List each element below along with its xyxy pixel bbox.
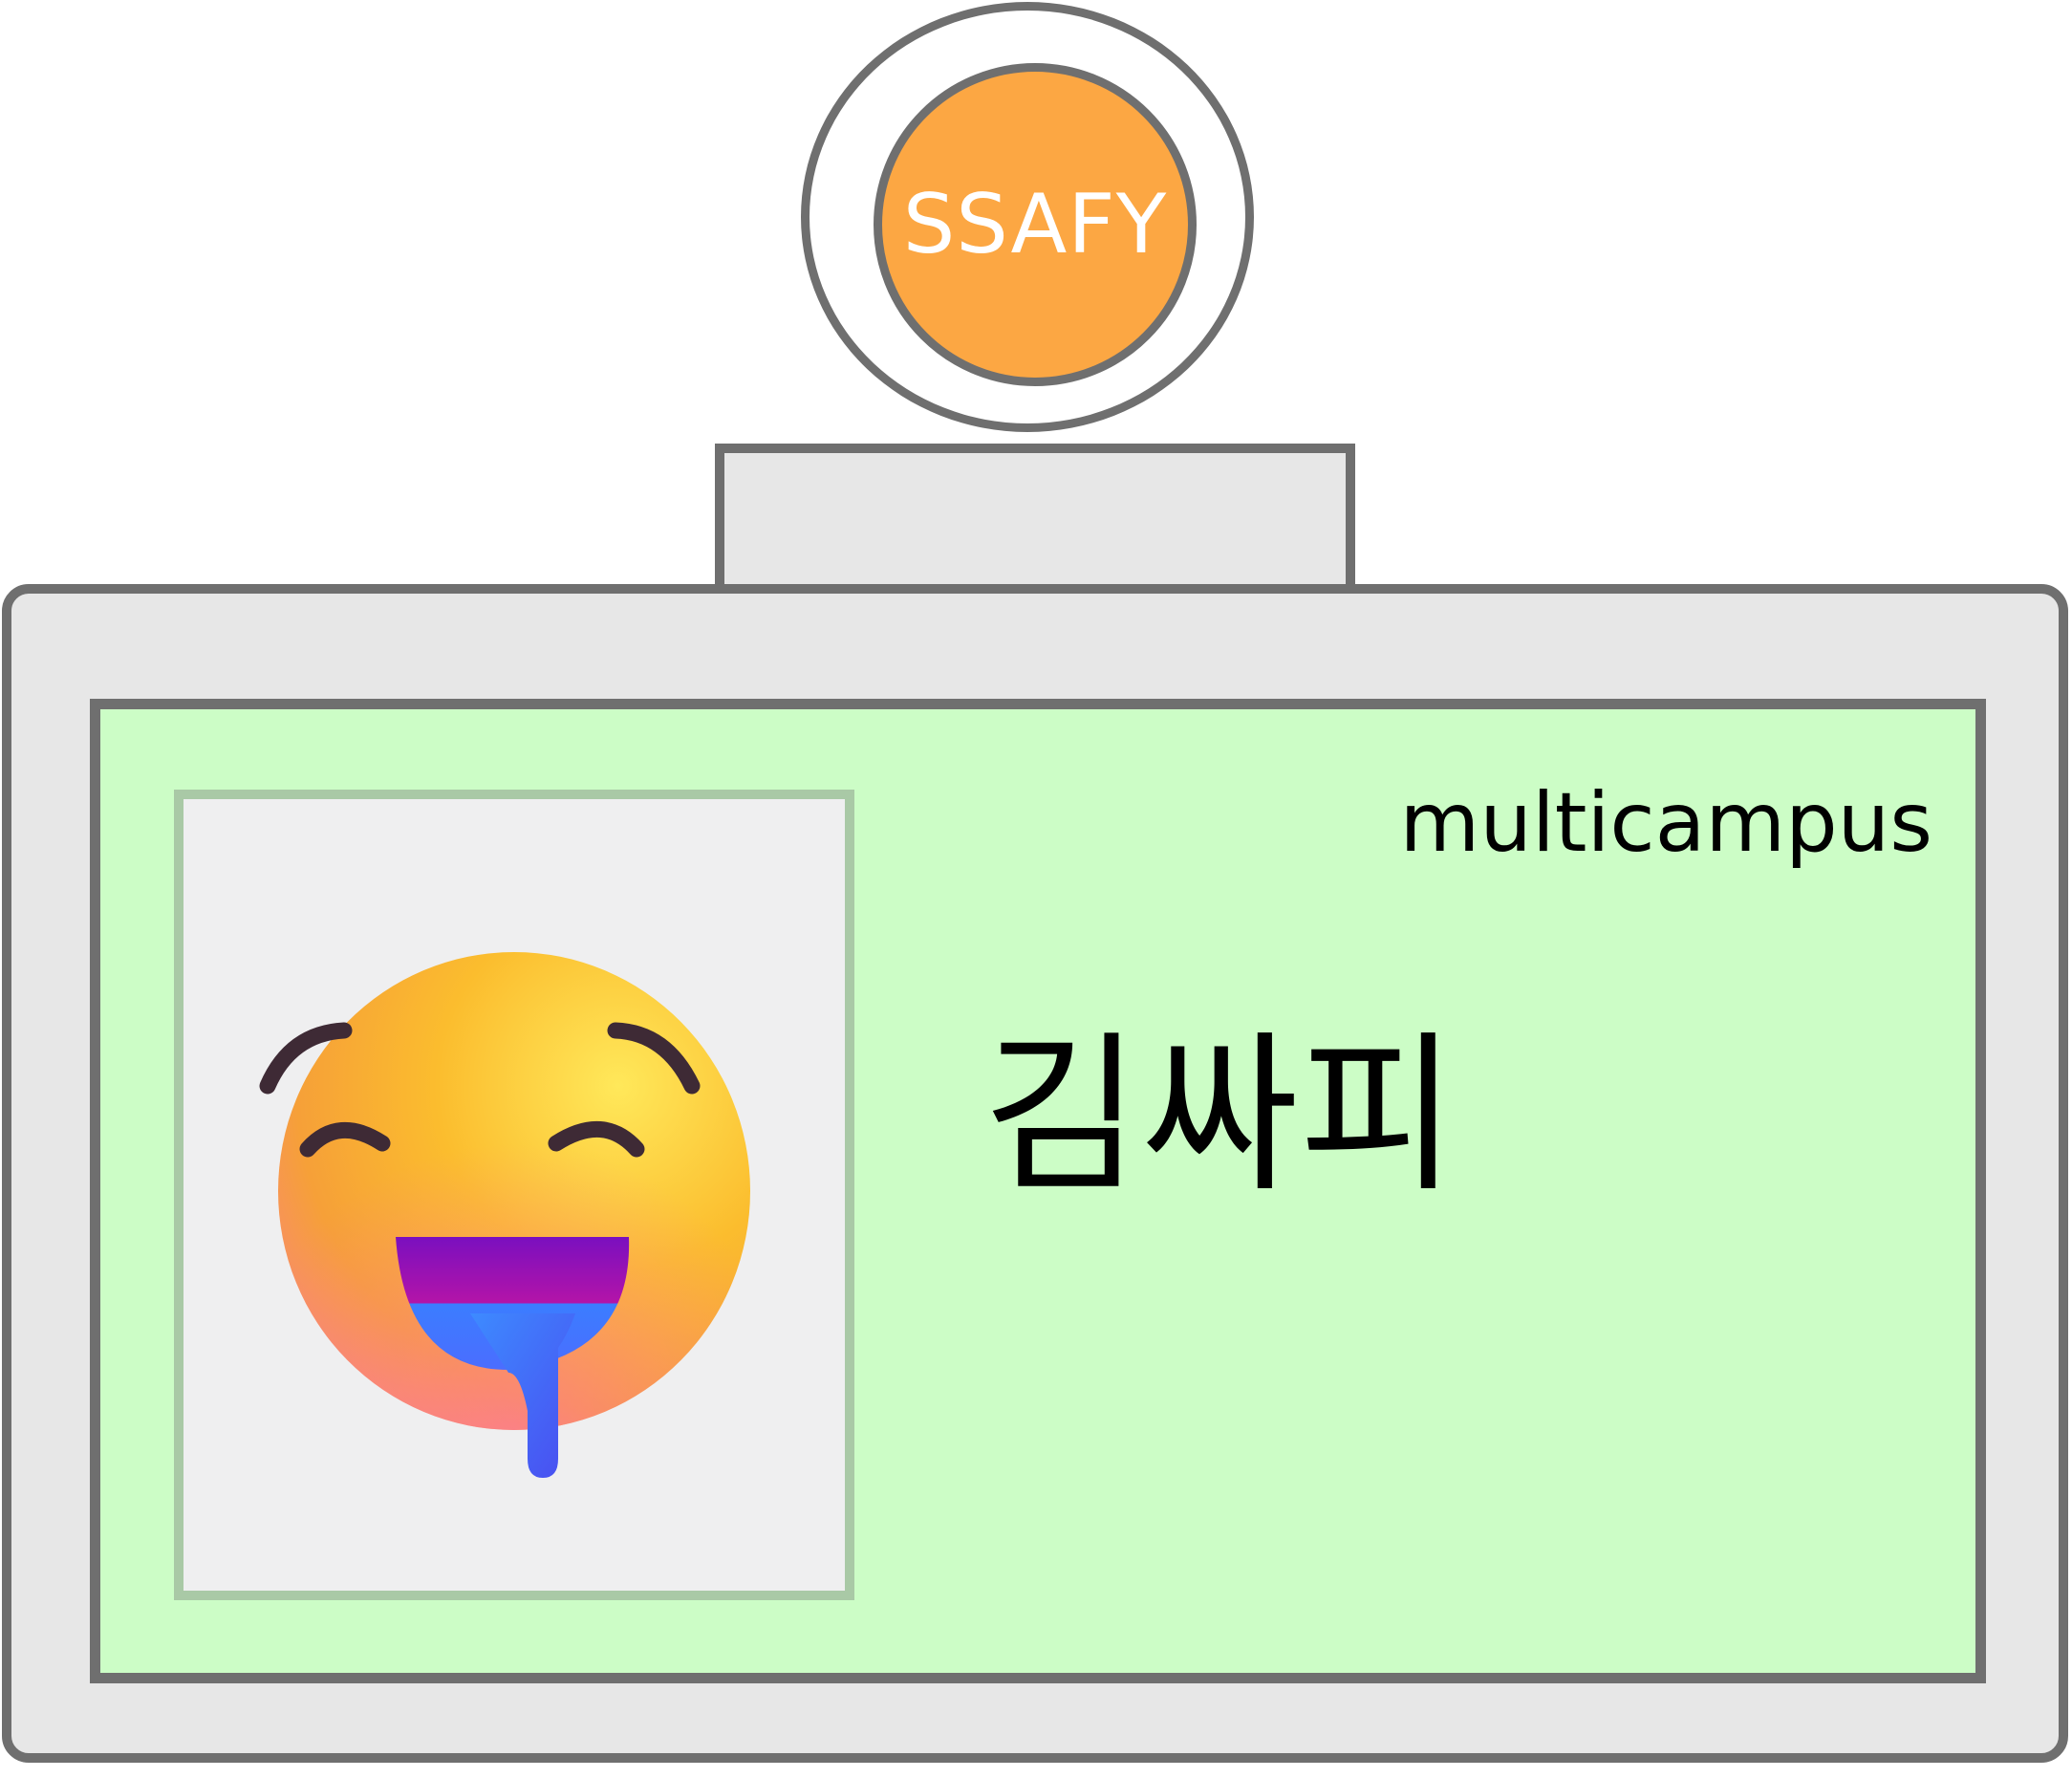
badge-clip (715, 444, 1355, 596)
drooling-face-emoji-icon (259, 952, 750, 1478)
organization-label: multicampus (1399, 775, 1932, 871)
logo-text: SSAFY (902, 177, 1168, 272)
logo-badge: SSAFY (874, 63, 1197, 386)
photo-frame (174, 790, 854, 1600)
holder-name: 김싸피 (982, 1016, 1457, 1216)
